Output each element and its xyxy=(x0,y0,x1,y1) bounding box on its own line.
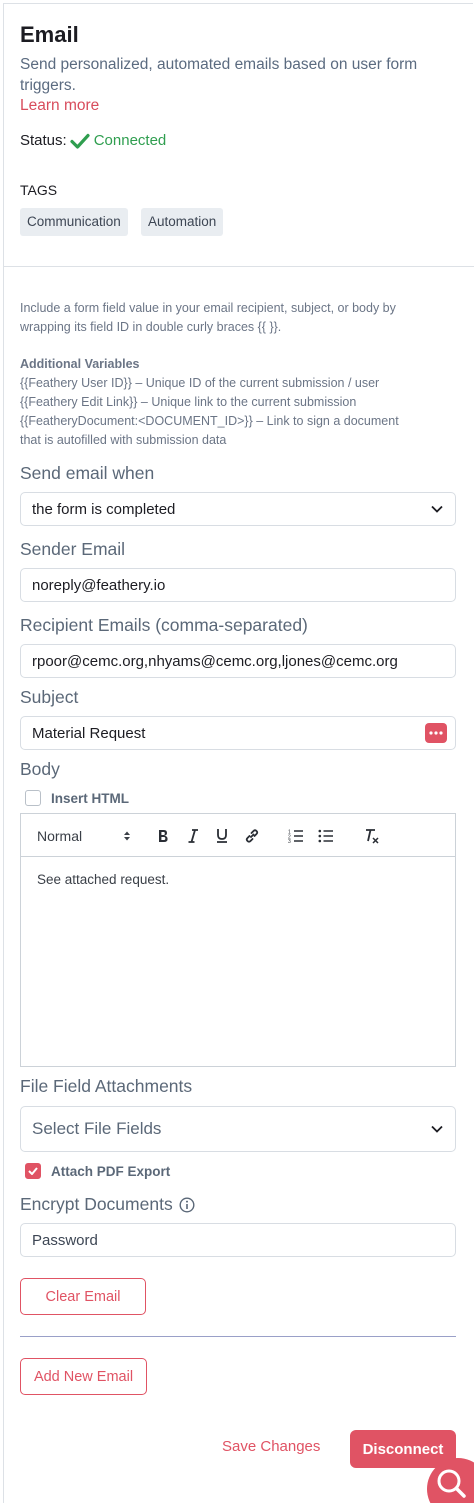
italic-icon xyxy=(188,828,198,843)
subject-label: Subject xyxy=(20,687,79,707)
clear-format-button[interactable] xyxy=(361,814,383,857)
attach-pdf-label: Attach PDF Export xyxy=(51,1163,171,1179)
additional-variables-heading: Additional Variables xyxy=(20,357,140,371)
heading-select[interactable]: Normal xyxy=(37,814,131,857)
status-label: Status: xyxy=(20,132,67,149)
bold-button[interactable] xyxy=(153,814,173,857)
select-arrows-icon xyxy=(124,831,130,840)
subject-value: Material Request xyxy=(32,724,146,742)
info-intro-line-2: wrapping its field ID in double curly br… xyxy=(20,320,282,334)
status-value: Connected xyxy=(93,132,167,149)
clear-format-icon xyxy=(366,828,379,844)
variable-user-id: {{Feathery User ID}} – Unique ID of the … xyxy=(20,376,380,390)
search-icon xyxy=(437,1469,466,1498)
svg-text:3: 3 xyxy=(288,839,291,843)
editor-toolbar: Normal 123 xyxy=(21,814,455,857)
info-icon[interactable] xyxy=(179,1196,195,1213)
recipient-emails-value: rpoor@cemc.org,nhyams@cemc.org,ljones@ce… xyxy=(32,652,398,670)
email-divider xyxy=(20,1336,456,1337)
ordered-list-icon: 123 xyxy=(288,829,303,843)
chevron-down-icon xyxy=(431,505,443,513)
body-editor: Normal 123 See attached request. xyxy=(20,813,456,1067)
integration-description: Send personalized, automated emails base… xyxy=(20,56,418,94)
file-fields-placeholder: Select File Fields xyxy=(32,1119,162,1138)
info-intro-line-1: Include a form field value in your email… xyxy=(20,301,396,315)
password-placeholder: Password xyxy=(32,1231,98,1249)
tag-automation: Automation xyxy=(141,208,224,236)
bullet-list-button[interactable] xyxy=(315,814,337,857)
save-changes-button[interactable]: Save Changes xyxy=(222,1438,320,1455)
heading-select-value: Normal xyxy=(37,827,83,844)
file-attachments-label: File Field Attachments xyxy=(20,1076,193,1096)
encrypt-documents-row: Encrypt Documents xyxy=(20,1194,195,1215)
clear-email-button[interactable]: Clear Email xyxy=(20,1278,146,1315)
tag-communication: Communication xyxy=(20,208,128,236)
recipient-emails-field[interactable]: rpoor@cemc.org,nhyams@cemc.org,ljones@ce… xyxy=(20,644,456,678)
link-button[interactable] xyxy=(241,814,263,857)
file-fields-select[interactable]: Select File Fields xyxy=(20,1106,456,1152)
variable-edit-link: {{Feathery Edit Link}} – Unique link to … xyxy=(20,395,357,409)
check-icon xyxy=(28,1167,38,1175)
body-label: Body xyxy=(20,759,60,779)
ordered-list-button[interactable]: 123 xyxy=(285,814,307,857)
send-when-select[interactable]: the form is completed xyxy=(20,492,456,526)
sender-email-value: noreply@feathery.io xyxy=(32,576,166,594)
checkmark-icon xyxy=(70,133,90,149)
underline-icon xyxy=(217,829,227,843)
recipient-emails-label: Recipient Emails (comma-separated) xyxy=(20,615,308,635)
attach-pdf-checkbox[interactable] xyxy=(25,1163,41,1179)
italic-button[interactable] xyxy=(183,814,203,857)
sender-email-field[interactable]: noreply@feathery.io xyxy=(20,568,456,602)
status-badge: Connected xyxy=(70,132,167,149)
bullet-list-icon xyxy=(318,829,333,842)
link-icon xyxy=(245,828,259,843)
sender-email-label: Sender Email xyxy=(20,539,126,559)
bold-icon xyxy=(159,829,168,842)
insert-variable-button[interactable] xyxy=(425,723,447,743)
subject-field[interactable]: Material Request xyxy=(20,716,456,750)
variable-document: {{FeatheryDocument:<DOCUMENT_ID>}} – Lin… xyxy=(20,414,399,428)
encrypt-documents-label: Encrypt Documents xyxy=(20,1194,173,1214)
variable-document-cont: that is autofilled with submission data xyxy=(20,433,227,447)
insert-html-label: Insert HTML xyxy=(51,790,130,806)
page-title: Email xyxy=(20,22,79,47)
send-when-value: the form is completed xyxy=(32,500,176,518)
editor-body-text[interactable]: See attached request. xyxy=(37,872,169,887)
add-new-email-button[interactable]: Add New Email xyxy=(20,1358,147,1395)
chevron-down-icon xyxy=(431,1125,443,1133)
learn-more-link[interactable]: Learn more xyxy=(20,97,99,115)
attach-pdf-row: Attach PDF Export xyxy=(25,1163,170,1179)
more-dots-icon xyxy=(429,731,443,735)
insert-html-row: Insert HTML xyxy=(25,790,129,806)
password-field[interactable]: Password xyxy=(20,1223,456,1257)
tags-heading: TAGS xyxy=(20,182,58,198)
send-when-label: Send email when xyxy=(20,463,155,483)
insert-html-checkbox[interactable] xyxy=(25,790,41,806)
section-divider xyxy=(4,266,474,267)
status-row: Status: Connected xyxy=(20,132,166,149)
underline-button[interactable] xyxy=(212,814,232,857)
